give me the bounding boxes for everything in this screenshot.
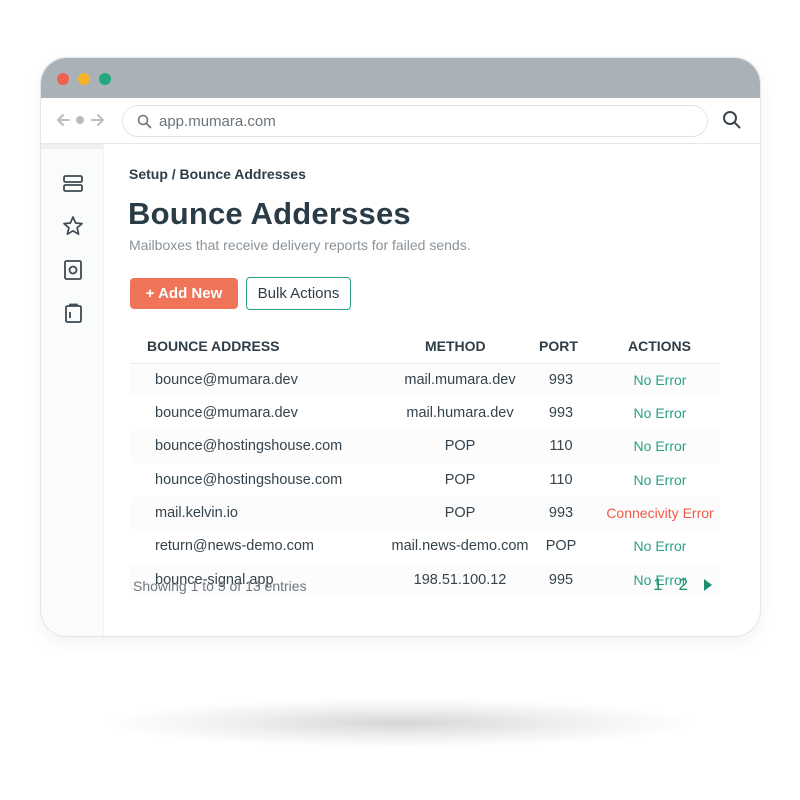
cell-address: mail.kelvin.io — [155, 505, 238, 521]
search-icon — [137, 114, 152, 129]
mailbox-icon[interactable] — [62, 259, 84, 281]
cell-method: POP — [444, 472, 476, 488]
column-header-port[interactable]: PORT — [539, 338, 578, 354]
bounce-address-table: BOUNCE ADDRESS METHOD PORT ACTIONS bounc… — [130, 326, 720, 596]
next-page-icon[interactable] — [704, 579, 712, 591]
browser-search-icon[interactable] — [722, 110, 742, 130]
page-link-1[interactable]: 1 — [653, 575, 662, 595]
cell-address: return@news-demo.com — [155, 538, 314, 554]
cell-status[interactable]: No Error — [600, 372, 720, 388]
title-bar — [41, 58, 760, 98]
table-row[interactable]: bounce@hostingshouse.com POP 110 No Erro… — [130, 430, 720, 463]
cell-port: 995 — [548, 572, 574, 588]
bulk-actions-button[interactable]: Bulk Actions — [246, 277, 351, 310]
cell-method: mail.humara.dev — [406, 405, 514, 421]
cell-port: 110 — [549, 472, 573, 488]
table-header: BOUNCE ADDRESS METHOD PORT ACTIONS — [130, 326, 720, 364]
page-title: Bounce Addersses — [128, 196, 411, 231]
nav-controls — [55, 110, 109, 130]
page-subtitle: Mailboxes that receive delivery reports … — [129, 237, 471, 253]
column-header-method[interactable]: METHOD — [425, 338, 486, 354]
maximize-window-button[interactable] — [99, 73, 111, 85]
column-header-address[interactable]: BOUNCE ADDRESS — [147, 338, 280, 354]
table-row[interactable]: bounce@mumara.dev mail.mumara.dev 993 No… — [130, 364, 720, 397]
sidebar — [41, 144, 104, 636]
cell-status[interactable]: No Error — [600, 438, 720, 454]
column-header-actions[interactable]: ACTIONS — [628, 338, 691, 354]
cell-method: 198.51.100.12 — [413, 572, 507, 588]
cell-address: bounce@mumara.dev — [155, 405, 298, 421]
table-row[interactable]: hounce@hostingshouse.com POP 110 No Erro… — [130, 464, 720, 497]
close-window-button[interactable] — [57, 73, 69, 85]
floor-shadow — [100, 698, 700, 748]
cell-address: hounce@hostingshouse.com — [155, 472, 343, 488]
cell-status[interactable]: Connecivity Error — [600, 505, 720, 521]
table-row[interactable]: bounce@mumara.dev mail.humara.dev 993 No… — [130, 397, 720, 430]
clipboard-icon[interactable] — [62, 302, 84, 324]
cell-method: POP — [444, 505, 476, 521]
forward-arrow-icon[interactable] — [91, 114, 104, 126]
minimize-window-button[interactable] — [78, 73, 90, 85]
list-icon[interactable] — [62, 173, 84, 195]
reload-dot-icon[interactable] — [76, 116, 84, 124]
cell-method: mail.mumara.dev — [404, 372, 516, 388]
cell-port: POP — [545, 538, 577, 554]
table-body: bounce@mumara.dev mail.mumara.dev 993 No… — [130, 364, 720, 594]
address-bar: app.mumara.com — [41, 98, 760, 144]
back-arrow-icon[interactable] — [57, 114, 70, 126]
cell-address: bounce@mumara.dev — [155, 372, 298, 388]
cell-port: 110 — [549, 438, 573, 454]
add-new-button[interactable]: + Add New — [130, 278, 238, 309]
cell-method: mail.news-demo.com — [391, 538, 529, 554]
table-row[interactable]: mail.kelvin.io POP 993 Connecivity Error — [130, 497, 720, 530]
cell-address: bounce@hostingshouse.com — [155, 438, 343, 454]
browser-window: app.mumara.com Setup / Bounce Addresses … — [41, 58, 760, 636]
page-link-2[interactable]: 2 — [679, 575, 688, 595]
main-content: Setup / Bounce Addresses Bounce Addersse… — [104, 144, 760, 636]
cell-status[interactable]: No Error — [600, 538, 720, 554]
cell-port: 993 — [548, 372, 574, 388]
entries-info: Showing 1 to 5 of 13 entries — [133, 578, 307, 594]
star-icon[interactable] — [62, 215, 84, 237]
cell-method: POP — [444, 438, 476, 454]
url-field[interactable]: app.mumara.com — [122, 105, 708, 137]
sidebar-top-strip — [41, 144, 103, 149]
table-row[interactable]: return@news-demo.com mail.news-demo.com … — [130, 530, 720, 563]
cell-port: 993 — [548, 505, 574, 521]
cell-status[interactable]: No Error — [600, 405, 720, 421]
pagination: 1 2 — [653, 575, 712, 595]
cell-port: 993 — [548, 405, 574, 421]
url-text: app.mumara.com — [159, 113, 276, 130]
cell-status[interactable]: No Error — [600, 472, 720, 488]
breadcrumb[interactable]: Setup / Bounce Addresses — [129, 166, 306, 182]
